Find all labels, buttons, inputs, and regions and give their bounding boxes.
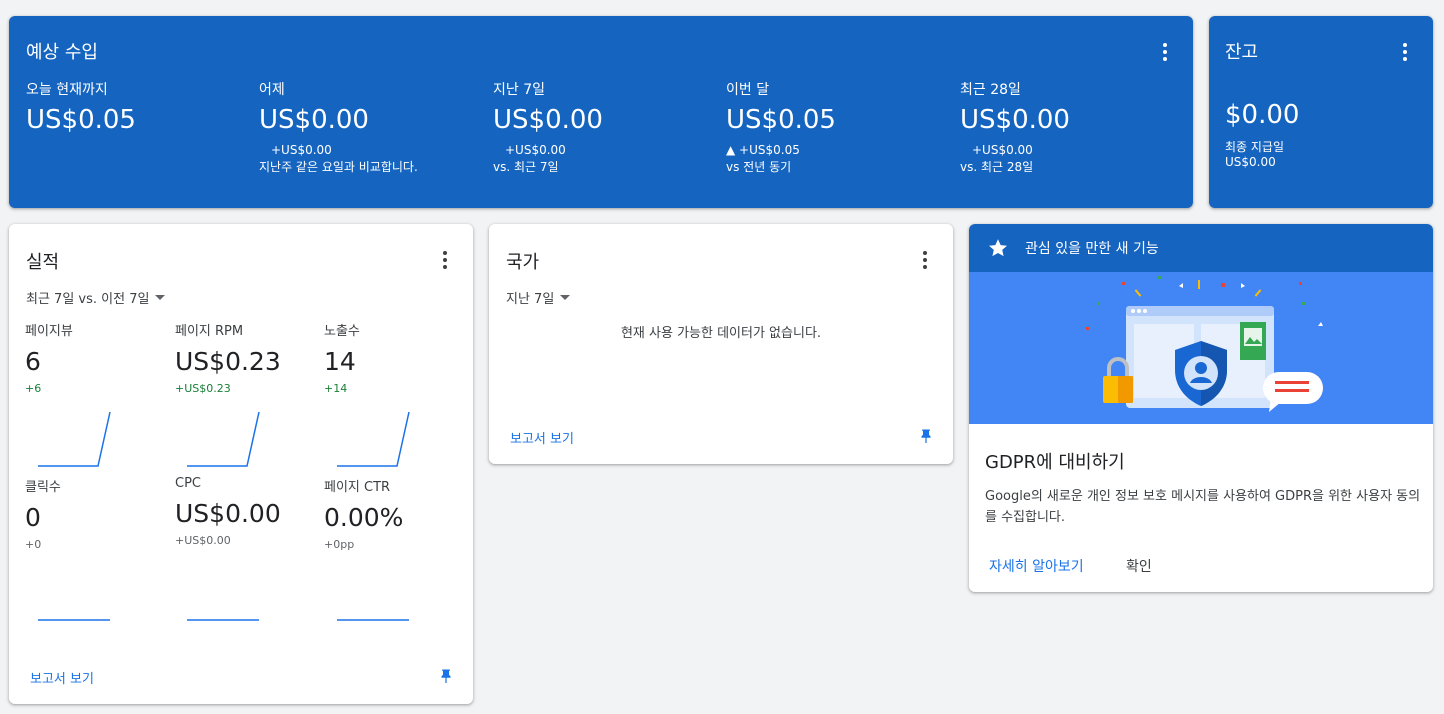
earnings-metric-this-month[interactable]: 이번 달 US$0.05 ▲ +US$0.05 vs 전년 동기 (726, 79, 946, 175)
cpc-sparkline (187, 619, 259, 621)
metric-value: US$0.00 (493, 105, 603, 135)
metric-compare: vs. 최근 28일 (960, 160, 1034, 174)
metric-label: CPC (175, 476, 201, 491)
metric-value: US$0.05 (26, 105, 136, 135)
gdpr-illustration (969, 272, 1433, 424)
metric-label: 클릭수 (25, 480, 61, 495)
metric-label: 페이지뷰 (25, 324, 73, 339)
metric-label: 어제 (259, 82, 285, 98)
metric-change: +US$0.00 (175, 534, 231, 547)
country-card: 국가 지난 7일 현재 사용 가능한 데이터가 없습니다. 보고서 보기 (489, 224, 953, 464)
perf-metric-clicks[interactable]: 클릭수 0 +0 (25, 476, 165, 551)
metric-label: 노출수 (324, 324, 360, 339)
range-label: 최근 7일 vs. 이전 7일 (26, 292, 150, 307)
confirm-button[interactable]: 확인 (1126, 556, 1152, 576)
metric-change: +0 (25, 538, 42, 551)
metric-label: 최근 28일 (960, 82, 1021, 98)
feature-header: 관심 있을 만한 새 기능 (969, 224, 1433, 272)
metric-compare: 지난주 같은 요일과 비교합니다. (259, 160, 418, 174)
perf-metric-cpc[interactable]: CPC US$0.00 +US$0.00 (175, 476, 315, 547)
perf-metric-impressions[interactable]: 노출수 14 +14 (324, 320, 464, 395)
earnings-title: 예상 수입 (26, 42, 98, 63)
metric-change: +0pp (324, 538, 355, 551)
no-data-message: 현재 사용 가능한 데이터가 없습니다. (620, 326, 822, 341)
metric-change: +US$0.00 (505, 143, 566, 157)
earnings-metric-today[interactable]: 오늘 현재까지 US$0.05 (26, 79, 246, 135)
metric-label: 지난 7일 (493, 82, 545, 98)
page-rpm-sparkline (187, 411, 260, 467)
metric-value: US$0.23 (175, 347, 281, 376)
sparkline-series (187, 411, 260, 467)
balance-card: 잔고 $0.00 최종 지급일 US$0.00 (1209, 16, 1433, 208)
metric-value: US$0.05 (726, 105, 836, 135)
earnings-metric-last-7-days[interactable]: 지난 7일 US$0.00 +US$0.00 vs. 최근 7일 (493, 79, 713, 175)
page-ctr-sparkline (337, 619, 409, 621)
performance-title: 실적 (26, 252, 60, 273)
performance-report-link[interactable]: 보고서 보기 (30, 668, 94, 687)
perf-metric-pageviews[interactable]: 페이지뷰 6 +6 (25, 320, 165, 395)
country-title: 국가 (506, 252, 540, 273)
country-range-select[interactable]: 지난 7일 (506, 288, 571, 307)
metric-change: +US$0.00 (972, 143, 1033, 157)
performance-range-select[interactable]: 최근 7일 vs. 이전 7일 (26, 288, 166, 307)
pin-icon[interactable] (917, 427, 935, 447)
earnings-metric-last-28-days[interactable]: 최근 28일 US$0.00 +US$0.00 vs. 최근 28일 (960, 79, 1180, 175)
metric-compare: vs 전년 동기 (726, 160, 792, 174)
perf-metric-page-ctr[interactable]: 페이지 CTR 0.00% +0pp (324, 476, 464, 551)
sparkline-series (337, 411, 410, 467)
feature-title: GDPR에 대비하기 (985, 452, 1125, 473)
more-vert-icon[interactable] (1153, 40, 1177, 64)
new-feature-card: 관심 있을 만한 새 기능 GDPR에 대비하기 Google의 새로운 개인 … (969, 224, 1433, 592)
metric-value: US$0.00 (960, 105, 1070, 135)
metric-value: US$0.00 (175, 499, 281, 528)
range-label: 지난 7일 (506, 292, 555, 307)
metric-value: 6 (25, 347, 41, 376)
metric-label: 페이지 RPM (175, 324, 244, 339)
balance-title: 잔고 (1225, 42, 1259, 63)
feature-description: Google의 새로운 개인 정보 보호 메시지를 사용하여 GDPR을 위한 … (985, 489, 1421, 525)
impressions-sparkline (337, 411, 410, 467)
gdpr-shield-icon (1086, 276, 1323, 412)
performance-card: 실적 최근 7일 vs. 이전 7일 페이지뷰 6 +6 페이지 RPM US$… (9, 224, 473, 704)
last-payment-value: US$0.00 (1225, 155, 1276, 169)
feature-header-label: 관심 있을 만한 새 기능 (1025, 241, 1159, 257)
more-vert-icon[interactable] (433, 248, 457, 272)
balance-value: $0.00 (1225, 100, 1300, 130)
learn-more-button[interactable]: 자세히 알아보기 (989, 556, 1084, 576)
metric-value: 0.00% (324, 503, 404, 532)
clicks-sparkline (38, 619, 110, 621)
metric-change: +US$0.23 (175, 382, 231, 395)
metric-label: 오늘 현재까지 (26, 82, 108, 98)
last-payment-label: 최종 지급일 (1225, 140, 1285, 154)
estimated-earnings-card: 예상 수입 오늘 현재까지 US$0.05 어제 US$0.00 +US$0.0… (9, 16, 1193, 208)
country-report-link[interactable]: 보고서 보기 (510, 428, 574, 447)
metric-value: 0 (25, 503, 41, 532)
metric-change: +6 (25, 382, 42, 395)
metric-value: US$0.00 (259, 105, 369, 135)
star-icon (989, 239, 1007, 257)
metric-label: 페이지 CTR (324, 480, 391, 495)
dropdown-arrow-icon (155, 295, 166, 300)
metric-change: ▲ +US$0.05 (726, 143, 800, 157)
sparkline-series (38, 411, 111, 467)
metric-change: +14 (324, 382, 348, 395)
earnings-metric-yesterday[interactable]: 어제 US$0.00 +US$0.00 지난주 같은 요일과 비교합니다. (259, 79, 479, 175)
pin-icon[interactable] (437, 667, 455, 687)
more-vert-icon[interactable] (913, 248, 937, 272)
metric-label: 이번 달 (726, 82, 770, 98)
metric-change: +US$0.00 (271, 143, 332, 157)
dropdown-arrow-icon (560, 295, 571, 300)
metric-compare: vs. 최근 7일 (493, 160, 559, 174)
perf-metric-page-rpm[interactable]: 페이지 RPM US$0.23 +US$0.23 (175, 320, 315, 395)
pageviews-sparkline (38, 411, 111, 467)
more-vert-icon[interactable] (1393, 40, 1417, 64)
metric-value: 14 (324, 347, 356, 376)
